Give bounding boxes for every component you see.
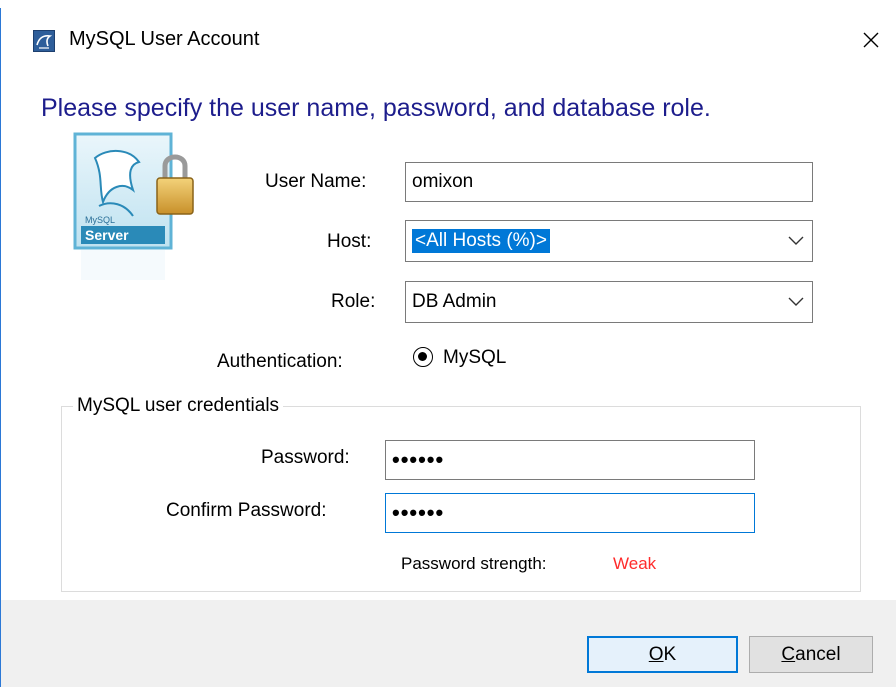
- logo-text: Server: [85, 227, 129, 243]
- confirm-password-label: Confirm Password:: [166, 500, 327, 521]
- password-strength-value: Weak: [613, 554, 657, 573]
- mysql-app-icon: [33, 30, 55, 52]
- window-title: MySQL User Account: [69, 28, 260, 50]
- background-window-fragment: [0, 0, 896, 8]
- ok-mnemonic: O: [648, 643, 664, 665]
- password-strength-label: Password strength:: [401, 554, 547, 573]
- cancel-mnemonic: C: [781, 643, 796, 665]
- dialog-footer: OK Cancel: [1, 600, 896, 687]
- role-select[interactable]: DB Admin: [405, 281, 813, 323]
- ok-label-rest: K: [663, 643, 677, 665]
- close-icon: [863, 32, 879, 48]
- user-name-label: User Name:: [265, 171, 367, 192]
- host-label: Host:: [327, 231, 372, 252]
- close-button[interactable]: [847, 20, 895, 60]
- chevron-down-icon: [788, 236, 804, 245]
- password-input[interactable]: ••••••: [385, 440, 755, 480]
- credentials-group-title: MySQL user credentials: [73, 395, 284, 417]
- authentication-label: Authentication:: [217, 351, 343, 372]
- password-label: Password:: [261, 447, 350, 468]
- cancel-button[interactable]: Cancel: [749, 636, 873, 673]
- mysql-user-account-dialog: MySQL User Account Please specify the us…: [0, 8, 896, 687]
- confirm-password-input[interactable]: ••••••: [385, 493, 755, 533]
- role-selected-value: DB Admin: [412, 291, 497, 312]
- cancel-label-rest: ancel: [795, 643, 841, 665]
- mysql-server-lock-logo: MySQL Server: [73, 132, 194, 280]
- host-selected-value: <All Hosts (%)>: [412, 229, 550, 253]
- password-masked-value: ••••••: [392, 447, 445, 472]
- confirm-password-masked-value: ••••••: [392, 500, 445, 525]
- page-heading: Please specify the user name, password, …: [41, 94, 711, 122]
- logo-small-text: MySQL: [85, 215, 115, 225]
- title-bar: MySQL User Account: [1, 8, 896, 72]
- host-select[interactable]: <All Hosts (%)>: [405, 220, 813, 262]
- user-name-value: omixon: [412, 171, 474, 192]
- ok-button[interactable]: OK: [587, 636, 738, 673]
- role-label: Role:: [331, 291, 376, 312]
- user-name-input[interactable]: omixon: [405, 162, 813, 202]
- auth-mysql-label[interactable]: MySQL: [443, 347, 506, 369]
- chevron-down-icon: [788, 297, 804, 306]
- auth-mysql-radio[interactable]: [413, 347, 433, 367]
